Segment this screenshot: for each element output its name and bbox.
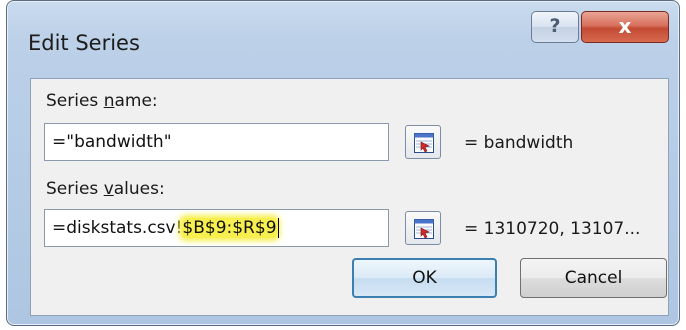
dialog-body: Series name: ="bandwidth" = bandwidth Se… [30, 78, 669, 316]
series-values-input[interactable]: =diskstats.csv!$B$9:$R$9 [44, 209, 389, 247]
series-name-label: Series name: [46, 91, 158, 111]
series-values-prefix: =diskstats.csv! [52, 218, 183, 238]
cancel-button[interactable]: Cancel [520, 258, 667, 298]
series-values-label: Series values: [46, 179, 165, 199]
series-values-range-picker-button[interactable] [405, 211, 441, 245]
dialog-title: Edit Series [28, 31, 140, 55]
text-caret [277, 218, 279, 238]
series-name-range-picker-button[interactable] [405, 125, 441, 159]
close-button[interactable]: x [581, 11, 669, 43]
series-values-range-highlight: $B$9:$R$9 [182, 218, 277, 238]
series-name-value: ="bandwidth" [52, 132, 172, 152]
series-values-result: = 1310720, 13107... [464, 219, 641, 239]
help-button[interactable]: ? [531, 11, 579, 43]
collapse-dialog-icon [414, 133, 434, 153]
edit-series-dialog: Edit Series ? x Series name: ="bandwidth… [6, 0, 680, 326]
series-name-result: = bandwidth [464, 133, 574, 153]
ok-button[interactable]: OK [352, 258, 497, 298]
collapse-dialog-icon [414, 219, 434, 239]
series-name-input[interactable]: ="bandwidth" [44, 123, 389, 161]
